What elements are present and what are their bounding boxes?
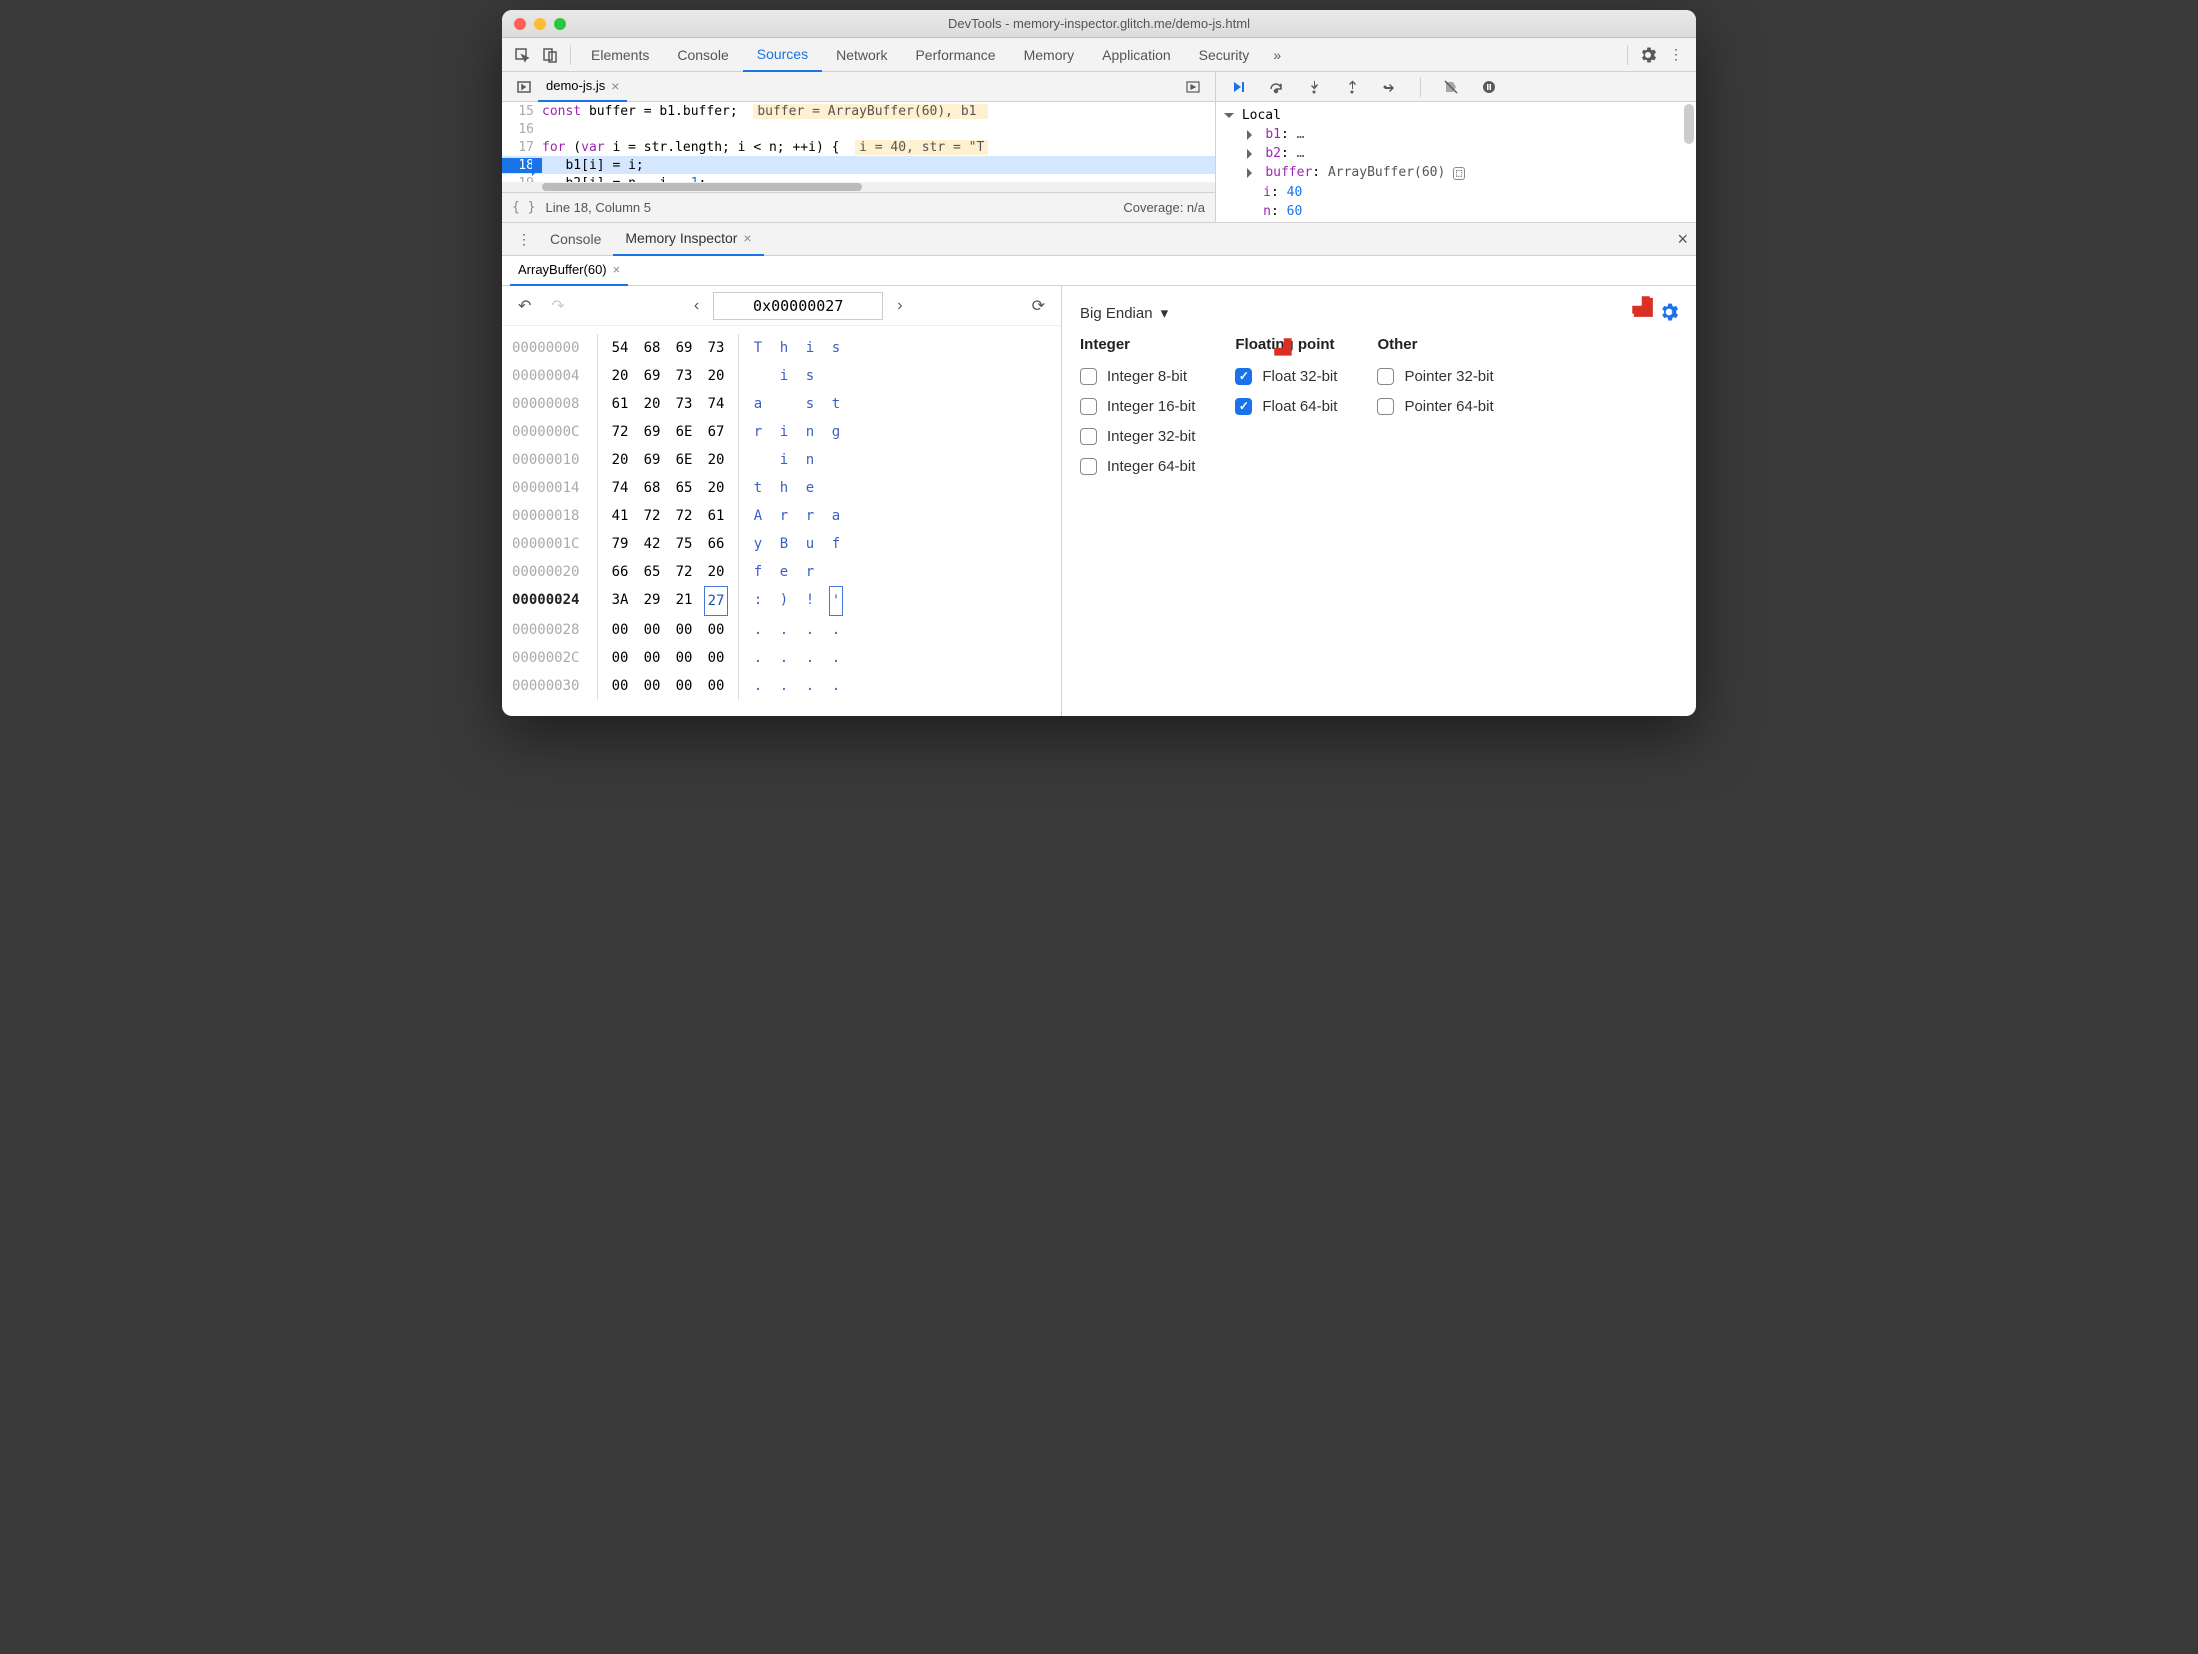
drawer-tab-console[interactable]: Console (538, 222, 613, 256)
titlebar: DevTools - memory-inspector.glitch.me/de… (502, 10, 1696, 38)
vertical-scrollbar[interactable] (1684, 104, 1694, 144)
navigator-icon[interactable] (510, 73, 538, 101)
drawer-tab-bar: ⋮ Console Memory Inspector × × (502, 222, 1696, 256)
tab-security[interactable]: Security (1185, 38, 1264, 72)
refresh-icon[interactable]: ⟳ (1026, 296, 1051, 316)
scope-var[interactable]: i: 40 (1224, 183, 1688, 202)
tab-application[interactable]: Application (1088, 38, 1185, 72)
step-over-icon[interactable] (1262, 73, 1290, 101)
tab-memory[interactable]: Memory (1010, 38, 1089, 72)
scope-var[interactable]: str: "This is a string in the ArrayBuffe… (1224, 221, 1688, 222)
horizontal-scrollbar[interactable] (502, 182, 1215, 192)
annotation-arrow-icon (1618, 282, 1656, 320)
sources-panel: demo-js.js × 15const buffer = b1.buffer;… (502, 72, 1216, 222)
type-checkbox[interactable]: Integer 8-bit (1080, 361, 1195, 391)
undo-icon[interactable]: ↶ (512, 296, 537, 316)
hex-table[interactable]: 0000000054686973This0000000420697320 is … (502, 326, 1061, 708)
other-group: Other Pointer 32-bitPointer 64-bit (1377, 336, 1493, 481)
annotation-arrow-icon (1260, 324, 1298, 362)
scope-pane[interactable]: Local b1: … b2: … buffer: ArrayBuffer(60… (1216, 102, 1696, 222)
code-editor[interactable]: 15const buffer = b1.buffer; buffer = Arr… (502, 102, 1215, 182)
file-tab[interactable]: demo-js.js × (538, 72, 627, 102)
memory-hex-panel: ↶ ↷ ‹ › ⟳ 0000000054686973This0000000420… (502, 286, 1062, 716)
run-snippet-icon[interactable] (1179, 73, 1207, 101)
drawer-tab-memory-inspector[interactable]: Memory Inspector × (613, 222, 763, 256)
more-menu-icon[interactable]: ⋮ (1662, 41, 1690, 69)
type-checkbox[interactable]: Pointer 32-bit (1377, 361, 1493, 391)
mi-tab-bar: ArrayBuffer(60) × (502, 256, 1696, 286)
scope-var[interactable]: b2: … (1224, 144, 1688, 163)
type-checkbox[interactable]: Float 32-bit (1235, 361, 1337, 391)
coverage-label: Coverage: n/a (1123, 200, 1205, 215)
step-out-icon[interactable] (1338, 73, 1366, 101)
tab-network[interactable]: Network (822, 38, 901, 72)
inspect-icon[interactable] (508, 41, 536, 69)
type-checkbox[interactable]: Integer 64-bit (1080, 451, 1195, 481)
settings-gear-icon[interactable] (1660, 303, 1678, 324)
scope-var[interactable]: buffer: ArrayBuffer(60) ⬚ (1224, 163, 1688, 183)
pretty-print-icon[interactable]: { } (512, 200, 535, 215)
file-tab-label: demo-js.js (546, 78, 605, 93)
status-bar: { } Line 18, Column 5 Coverage: n/a (502, 192, 1215, 222)
cursor-position: Line 18, Column 5 (545, 200, 651, 215)
type-checkbox[interactable]: Pointer 64-bit (1377, 391, 1493, 421)
group-title: Other (1377, 336, 1493, 353)
debugger-panel: Local b1: … b2: … buffer: ArrayBuffer(60… (1216, 72, 1696, 222)
close-icon[interactable]: × (613, 262, 621, 277)
type-checkbox[interactable]: Integer 32-bit (1080, 421, 1195, 451)
device-icon[interactable] (536, 41, 564, 69)
drawer-menu-icon[interactable]: ⋮ (510, 225, 538, 253)
step-icon[interactable] (1376, 73, 1404, 101)
window-title: DevTools - memory-inspector.glitch.me/de… (502, 16, 1696, 31)
step-into-icon[interactable] (1300, 73, 1328, 101)
type-checkbox[interactable]: Float 64-bit (1235, 391, 1337, 421)
scope-var[interactable]: n: 60 (1224, 202, 1688, 221)
main-tab-bar: ElementsConsoleSourcesNetworkPerformance… (502, 38, 1696, 72)
resume-icon[interactable] (1224, 73, 1252, 101)
next-page-icon[interactable]: › (891, 297, 908, 315)
tab-console[interactable]: Console (663, 38, 742, 72)
scope-var[interactable]: b1: … (1224, 125, 1688, 144)
chevron-down-icon: ▾ (1161, 304, 1169, 322)
integer-group: Integer Integer 8-bitInteger 16-bitInteg… (1080, 336, 1195, 481)
tab-sources[interactable]: Sources (743, 38, 822, 72)
mi-buffer-tab[interactable]: ArrayBuffer(60) × (510, 256, 628, 286)
deactivate-breakpoints-icon[interactable] (1437, 73, 1465, 101)
more-tabs-icon[interactable]: » (1263, 41, 1291, 69)
scope-local-header[interactable]: Local (1242, 108, 1281, 123)
settings-icon[interactable] (1634, 41, 1662, 69)
redo-icon[interactable]: ↷ (545, 296, 570, 316)
close-icon[interactable]: × (743, 230, 751, 246)
value-types-panel: Big Endian ▾ Integer Integer 8-bitIntege… (1062, 286, 1696, 716)
group-title: Integer (1080, 336, 1195, 353)
endianness-select[interactable]: Big Endian ▾ (1080, 304, 1168, 322)
address-input[interactable] (713, 292, 883, 320)
tab-performance[interactable]: Performance (901, 38, 1009, 72)
type-checkbox[interactable]: Integer 16-bit (1080, 391, 1195, 421)
prev-page-icon[interactable]: ‹ (688, 297, 705, 315)
close-icon[interactable]: × (611, 78, 619, 94)
pause-on-exceptions-icon[interactable] (1475, 73, 1503, 101)
devtools-window: DevTools - memory-inspector.glitch.me/de… (502, 10, 1696, 716)
tab-elements[interactable]: Elements (577, 38, 663, 72)
close-drawer-icon[interactable]: × (1677, 229, 1688, 250)
